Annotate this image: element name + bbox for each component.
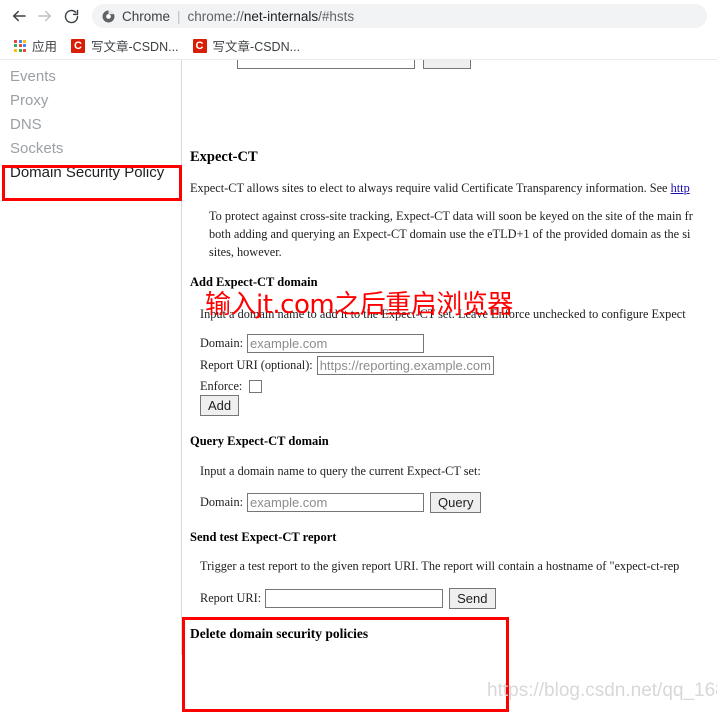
bookmarks-bar: 应用 C 写文章-CSDN... C 写文章-CSDN... [0, 32, 717, 60]
sidebar-item-label: Domain Security Policy [10, 164, 165, 181]
back-button[interactable] [6, 3, 32, 29]
clipped-text-input[interactable] [237, 60, 415, 69]
bookmark-apps[interactable]: 应用 [8, 35, 63, 57]
enforce-row: Enforce: [200, 379, 263, 394]
expect-ct-note-line-3: sites, however. [209, 245, 282, 259]
query-domain-row: Domain: Query [200, 492, 482, 513]
add-button[interactable]: Add [200, 395, 240, 416]
net-internals-sidebar: Events Proxy DNS Sockets Domain Security… [0, 60, 182, 655]
arrow-right-icon [36, 7, 54, 25]
sidebar-item-label: DNS [10, 116, 42, 133]
forward-button[interactable] [32, 3, 58, 29]
enforce-label: Enforce: [200, 379, 243, 393]
add-report-uri-row: Report URI (optional): [200, 356, 494, 375]
query-button[interactable]: Query [430, 492, 482, 513]
red-annotation-text: 输入jt.com之后重启浏览器 [205, 290, 513, 320]
clipped-form-row [237, 60, 471, 69]
browser-toolbar: Chrome | chrome://net-internals/#hsts [0, 0, 717, 32]
omnibox-url-host: net-internals [243, 8, 319, 24]
apps-grid-icon [14, 39, 26, 52]
clipped-button[interactable] [423, 60, 471, 69]
reload-button[interactable] [58, 3, 84, 29]
send-report-uri-input[interactable] [265, 589, 444, 608]
arrow-left-icon [10, 7, 28, 25]
page-area: Events Proxy DNS Sockets Domain Security… [0, 60, 717, 712]
sidebar-item-events[interactable]: Events [0, 65, 181, 89]
net-internals-content: Expect-CT Expect-CT allows sites to elec… [182, 60, 717, 655]
chrome-logo-icon [102, 10, 115, 23]
bookmark-item-0[interactable]: C 写文章-CSDN... [65, 35, 185, 57]
add-report-uri-input[interactable] [316, 356, 494, 375]
csdn-watermark: https://blog.csdn.net/qq_16804847 [487, 680, 717, 701]
bookmark-item-label: 写文章-CSDN... [91, 40, 179, 54]
csdn-icon: C [192, 38, 207, 53]
delete-policies-heading: Delete domain security policies [190, 626, 369, 641]
enforce-checkbox[interactable] [249, 380, 263, 393]
add-domain-row: Domain: [200, 334, 425, 353]
sidebar-item-dns[interactable]: DNS [0, 113, 181, 137]
query-domain-label: Domain: [200, 495, 244, 509]
expect-ct-note-line-2: both adding and querying an Expect-CT do… [209, 227, 691, 241]
query-domain-input[interactable] [247, 493, 425, 512]
csdn-icon: C [71, 38, 86, 53]
sidebar-item-sockets[interactable]: Sockets [0, 137, 181, 161]
send-report-row: Report URI: Send [200, 588, 496, 609]
send-button[interactable]: Send [449, 588, 496, 609]
omnibox-separator: | [177, 8, 181, 24]
query-domain-heading: Query Expect-CT domain [190, 434, 329, 448]
omnibox-url-rest: /#hsts [318, 8, 355, 24]
bookmark-item-1[interactable]: C 写文章-CSDN... [187, 35, 307, 57]
expect-ct-heading: Expect-CT [190, 149, 258, 165]
add-domain-input[interactable] [247, 334, 425, 353]
expect-ct-note-line-1: To protect against cross-site tracking, … [209, 209, 693, 223]
sidebar-item-label: Events [10, 68, 56, 85]
sidebar-item-label: Sockets [10, 140, 64, 157]
sidebar-item-label: Proxy [10, 92, 49, 109]
bookmark-apps-label: 应用 [32, 40, 58, 54]
expect-ct-spec-link[interactable]: http [671, 181, 690, 195]
bookmark-item-label: 写文章-CSDN... [212, 40, 301, 54]
reload-icon [63, 8, 80, 25]
expect-ct-intro-text: Expect-CT allows sites to elect to alway… [190, 181, 671, 195]
sidebar-item-proxy[interactable]: Proxy [0, 89, 181, 113]
address-bar[interactable]: Chrome | chrome://net-internals/#hsts [92, 4, 707, 28]
sidebar-item-domain-security-policy[interactable]: Domain Security Policy [0, 161, 181, 185]
send-report-heading: Send test Expect-CT report [190, 530, 337, 544]
add-domain-label: Domain: [200, 336, 244, 350]
query-domain-description: Input a domain name to query the current… [200, 464, 481, 478]
omnibox-site-name: Chrome [122, 8, 171, 24]
send-report-description: Trigger a test report to the given repor… [200, 559, 680, 573]
add-report-uri-label: Report URI (optional): [200, 358, 313, 372]
omnibox-url-prefix: chrome:// [187, 8, 244, 24]
send-report-uri-label: Report URI: [200, 591, 262, 605]
expect-ct-intro: Expect-CT allows sites to elect to alway… [190, 181, 690, 196]
